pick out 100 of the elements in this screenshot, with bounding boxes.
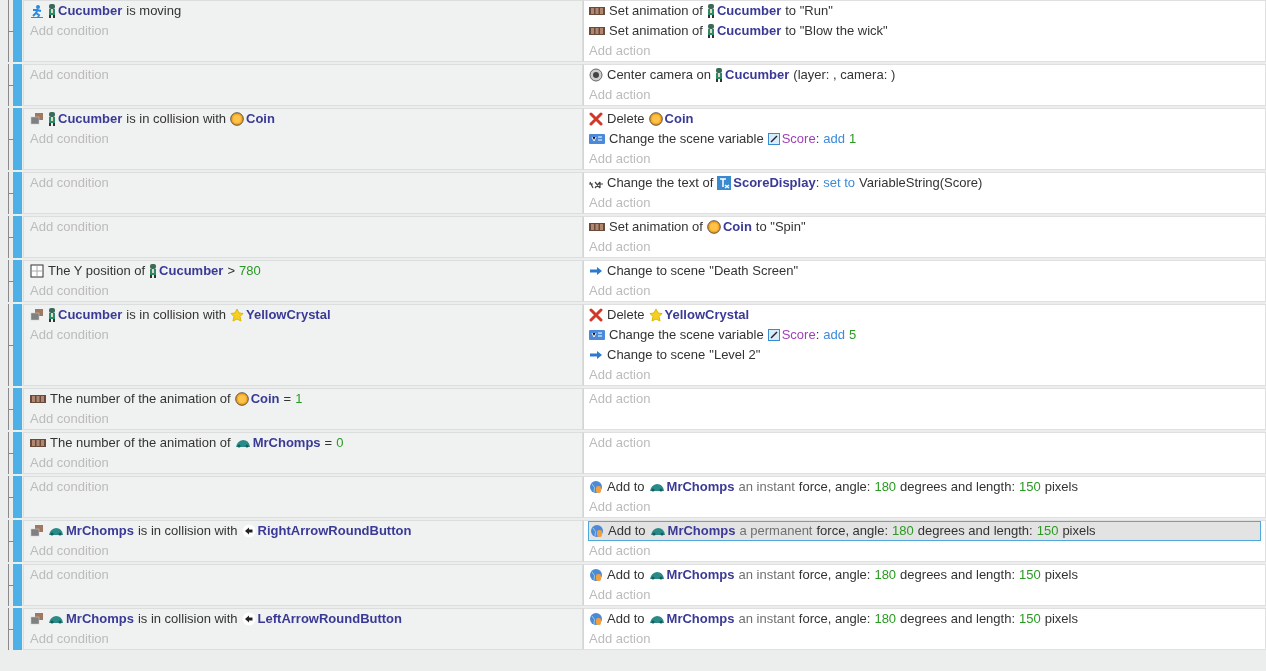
object-name: MrChomps	[66, 610, 134, 629]
star-icon	[648, 308, 663, 322]
object-name: YellowCrystal	[246, 306, 331, 325]
variable-icon	[589, 133, 605, 145]
add-action-link[interactable]: Add action	[589, 587, 651, 602]
creature-sprite-icon	[648, 482, 665, 492]
instruction-text: is in collision with	[126, 306, 226, 325]
object-name: Cucumber	[58, 110, 123, 129]
value-text: 1	[295, 390, 303, 409]
value-text: 180	[874, 566, 897, 585]
text-object-icon	[717, 176, 732, 190]
instruction-text: force, angle:	[816, 522, 889, 541]
value-text: 180	[874, 610, 897, 629]
parameter-text: an instant	[738, 566, 795, 585]
add-action-link[interactable]: Add action	[589, 283, 651, 298]
instruction-text: Add to	[607, 478, 645, 497]
overlapping-squares-icon	[30, 308, 44, 322]
event-handle[interactable]	[13, 304, 22, 386]
instruction-text: Change the scene variable	[609, 130, 764, 149]
value-text: 180	[874, 478, 897, 497]
event-handle[interactable]	[13, 216, 22, 258]
delete-icon	[589, 308, 603, 322]
instruction-text: pixels	[1044, 610, 1078, 629]
add-action-link[interactable]: Add action	[589, 391, 651, 406]
event-handle[interactable]	[13, 608, 22, 650]
object-name: LeftArrowRoundButton	[257, 610, 402, 629]
instruction-text: "Death Screen"	[709, 262, 799, 281]
round-arrow-button-icon	[241, 524, 256, 538]
event-handle[interactable]	[13, 172, 22, 214]
object-name: Cucumber	[58, 306, 123, 325]
character-sprite-icon	[715, 68, 724, 82]
event-handle[interactable]	[13, 260, 22, 302]
add-action-link[interactable]: Add action	[589, 87, 651, 102]
instruction-text: "Level 2"	[709, 346, 761, 365]
instruction-text: Delete	[607, 306, 645, 325]
variable-box-icon	[767, 133, 780, 145]
add-action-link[interactable]: Add action	[589, 543, 651, 558]
instruction-text: The Y position of	[48, 262, 146, 281]
add-action-link[interactable]: Add action	[589, 239, 651, 254]
instruction-text: degrees and length:	[900, 478, 1016, 497]
selected-action-highlight[interactable]: Add to MrChomps a permanent force, angle: 180 degrees and length: 150 pixels	[588, 521, 1261, 541]
event-handle[interactable]	[13, 388, 22, 430]
object-name: Coin	[664, 110, 694, 129]
coin-icon	[234, 392, 249, 406]
variable-icon	[589, 329, 605, 341]
add-action-link[interactable]: Add action	[589, 43, 651, 58]
delete-icon	[589, 112, 603, 126]
instruction-text: :	[815, 326, 820, 345]
instruction-text: Add to	[608, 522, 646, 541]
film-strip-icon	[589, 221, 605, 233]
instruction-text: >	[227, 262, 235, 281]
object-name: Cucumber	[58, 2, 123, 21]
object-name: Coin	[250, 390, 280, 409]
add-action-link[interactable]: Add action	[589, 499, 651, 514]
event-handle[interactable]	[13, 0, 22, 62]
overlapping-squares-icon	[30, 112, 44, 126]
value-text: 150	[1019, 478, 1041, 497]
object-name: Cucumber	[725, 66, 790, 85]
coin-icon	[230, 112, 244, 126]
add-action-link[interactable]: Add action	[589, 195, 651, 210]
film-strip-icon	[589, 5, 605, 17]
creature-sprite-icon	[648, 614, 665, 624]
variable-name: Score	[781, 326, 816, 345]
value-text: 150	[1019, 566, 1041, 585]
instruction-text: Set animation of	[609, 22, 703, 41]
coin-icon	[648, 112, 663, 126]
add-action-link[interactable]: Add action	[589, 151, 651, 166]
instruction-text: is moving	[126, 2, 182, 21]
instruction-text: pixels	[1062, 522, 1096, 541]
overlapping-squares-icon	[30, 612, 44, 626]
event-handle[interactable]	[13, 432, 22, 474]
value-text: 5	[848, 326, 857, 345]
instruction-text: =	[283, 390, 292, 409]
event-handle[interactable]	[13, 520, 22, 562]
add-action-link[interactable]: Add action	[589, 631, 651, 646]
event-handle[interactable]	[13, 64, 22, 106]
event-handle[interactable]	[13, 108, 22, 170]
instruction-text: force, angle:	[798, 478, 871, 497]
add-action-link[interactable]: Add action	[589, 367, 651, 382]
instruction-text: degrees and length:	[917, 522, 1033, 541]
film-strip-icon	[30, 393, 46, 405]
instruction-text: is in collision with	[137, 522, 238, 541]
add-action-link[interactable]: Add action	[589, 435, 651, 450]
instruction-text: pixels	[1044, 478, 1078, 497]
instruction-text: :	[815, 130, 820, 149]
event-handle[interactable]	[13, 564, 22, 606]
instruction-text: is in collision with	[137, 610, 238, 629]
event-handle[interactable]	[13, 476, 22, 518]
film-strip-icon	[589, 25, 605, 37]
globe-with-hand-icon	[589, 480, 603, 494]
character-sprite-icon	[48, 308, 56, 322]
creature-sprite-icon	[234, 438, 251, 448]
instruction-text: Change to scene	[607, 346, 706, 365]
operator-text: add	[823, 326, 845, 345]
value-text: 0	[336, 434, 344, 453]
round-arrow-button-icon	[241, 612, 256, 626]
value-text: 180	[892, 522, 914, 541]
variable-name: Score	[781, 130, 816, 149]
instruction-text: degrees and length:	[900, 566, 1016, 585]
instruction-text: =	[324, 434, 333, 453]
